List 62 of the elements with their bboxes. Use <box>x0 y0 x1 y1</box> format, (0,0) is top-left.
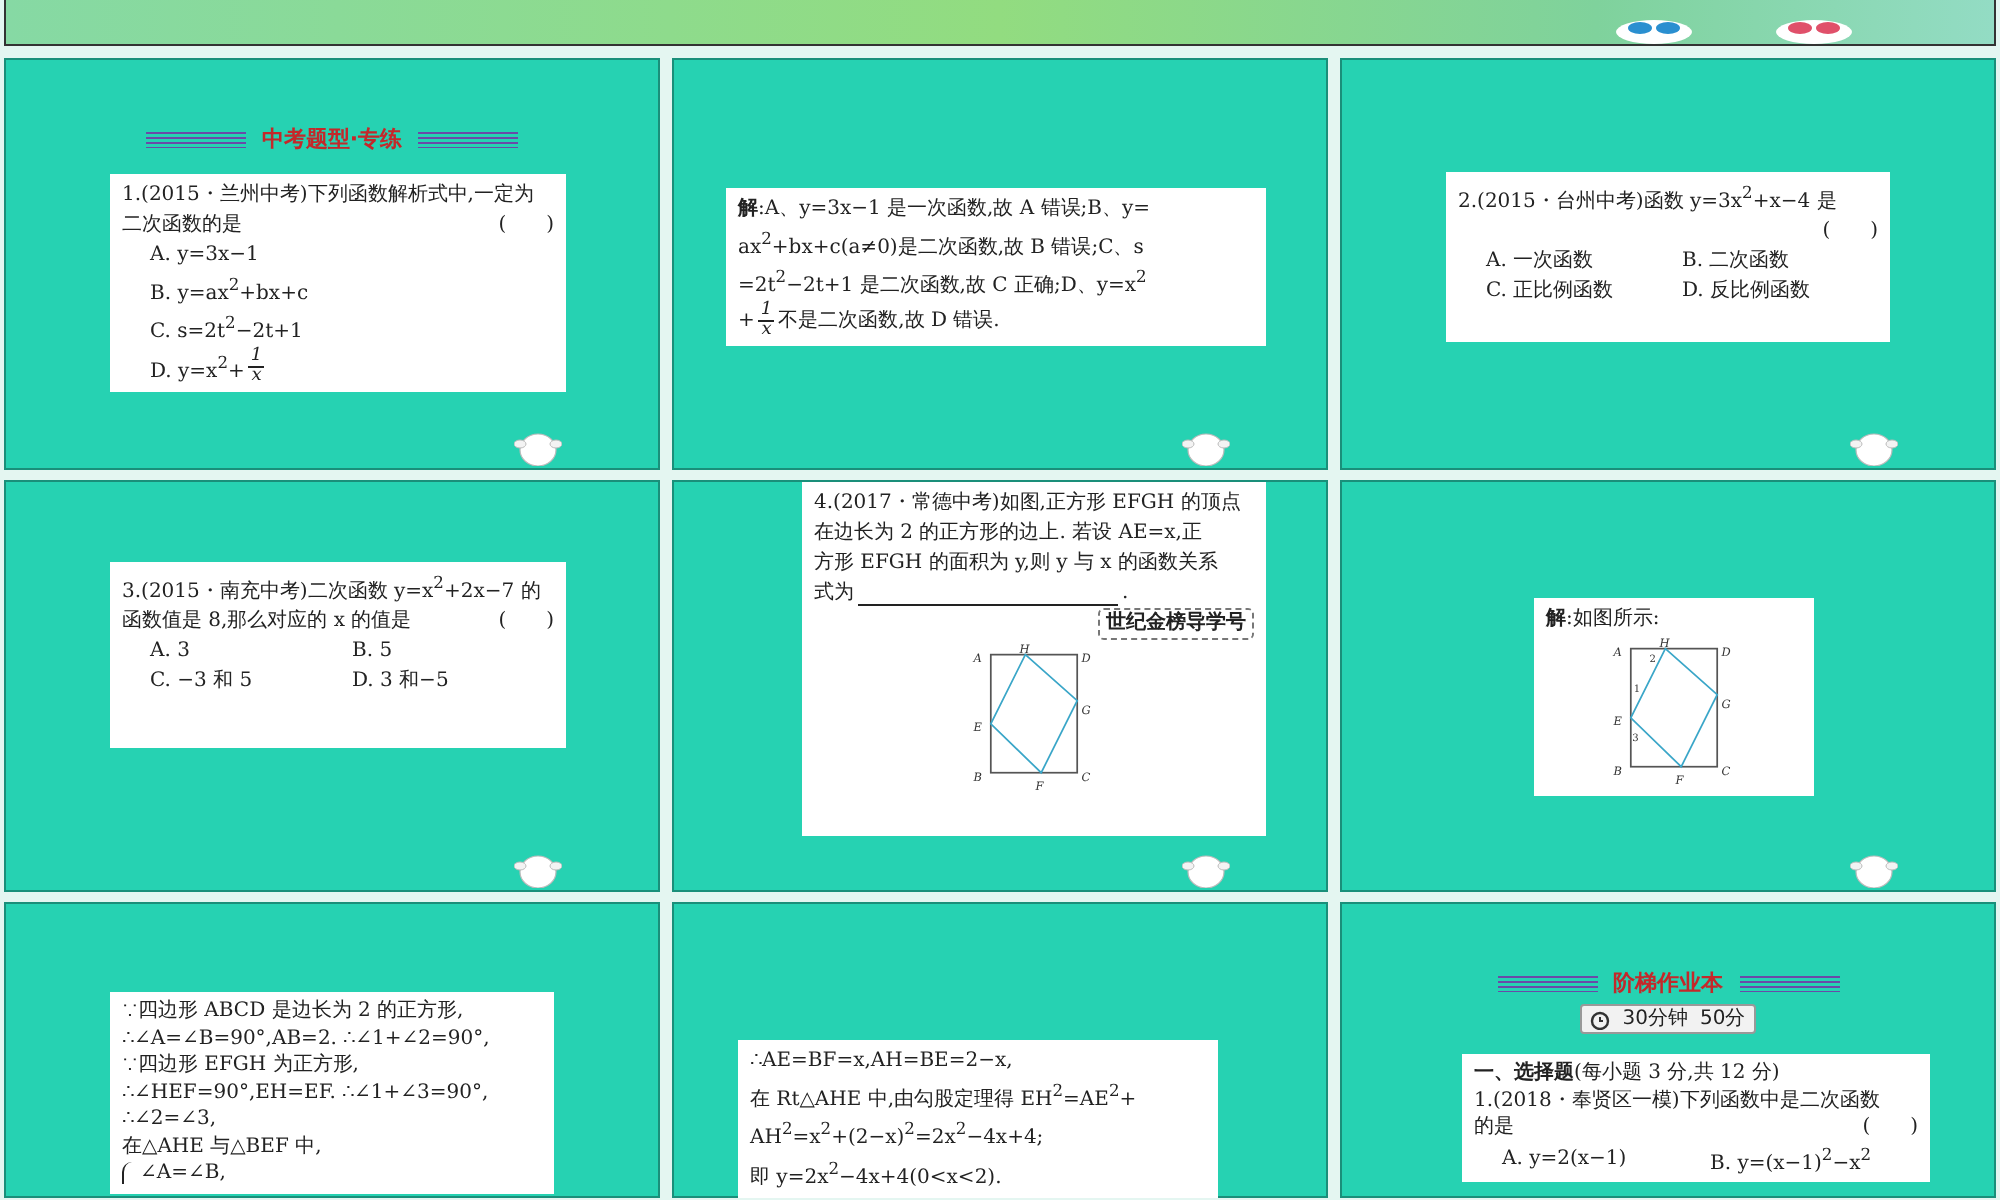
text-line: ∴∠HEF=90°,EH=EF. ∴∠1+∠3=90°, <box>122 1079 489 1106</box>
text-line: 一、选择题(每小题 3 分,共 12 分) <box>1474 1060 1780 1087</box>
fraction: 1 x <box>248 347 265 386</box>
option-text: B. 5 <box>352 638 393 667</box>
text-line: 在△AHE 与△BEF 中, <box>122 1133 322 1160</box>
text-line: 3.(2015・南充中考)二次函数 y=x$^{2}$+2x−7 的 <box>122 570 541 607</box>
text-line: 4.(2017・常德中考)如图,正方形 EFGH 的顶点 <box>814 489 1241 518</box>
text-line: ∴AE=BF=x,AH=BE=2−x, <box>750 1048 1013 1076</box>
option-text: A. y=3x−1 <box>150 242 259 270</box>
option-text: A. 一次函数 <box>1486 248 1594 277</box>
text-line: ∴∠2=∠3, <box>122 1106 217 1133</box>
text-line: ax$^{2}$+bx+c(a≠0)是二次函数,故 B 错误;C、s <box>738 226 1144 263</box>
option-text: B. 二次函数 <box>1682 248 1790 277</box>
answer-bracket: ( ) <box>1820 218 1878 247</box>
text-line: 2.(2015・台州中考)函数 y=3x$^{2}$+x−4 是 <box>1458 180 1837 217</box>
text-line: 方形 EFGH 的面积为 y,则 y 与 x 的函数关系 <box>814 549 1218 578</box>
option-text: B. y=ax$^{2}$+bx+c <box>150 272 309 309</box>
text-line: =2t$^{2}$−2t+1 是二次函数,故 C 正确;D、y=x$^{2}$ <box>738 264 1147 300</box>
option-text: A. y=2(x−1) <box>1502 1145 1627 1173</box>
clock-icon <box>1590 1009 1611 1029</box>
text-line: 解:如图所示: <box>1546 605 1660 634</box>
option-text: C. 正比例函数 <box>1486 277 1614 307</box>
text-line: ∵四边形 ABCD 是边长为 2 的正方形, <box>122 998 464 1025</box>
text-line: 在边长为 2 的正方形的边上. 若设 AE=x,正 <box>814 519 1202 548</box>
option-text: C. −3 和 5 <box>150 667 253 697</box>
source-tag: 世纪金榜导学号 <box>1098 608 1254 640</box>
text-line: 在 Rt△AHE 中,由勾股定理得 EH$^{2}$=AE$^{2}$+ <box>750 1078 1137 1115</box>
slide-thumbnail[interactable]: ∴AE=BF=x,AH=BE=2−x, 在 Rt△AHE 中,由勾股定理得 EH$^{2}$=AE$^{2}$+ AH$^{2}$=x$^{2}$+(2−x)$^{2}$=2x$^{2}$−4x+4; 即 y=2x$^{2}$−4x+4(0<x<2). <box>672 902 1328 1198</box>
text-line: 二次函数的是 <box>122 212 242 240</box>
text-line: ∴∠A=∠B=90°,AB=2. ∴∠1+∠2=90°, <box>122 1025 490 1052</box>
slide-thumbnail[interactable]: 3.(2015・南充中考)二次函数 y=x$^{2}$+2x−7 的 函数值是 8,那么对应的 x 的值是 ( ) A. 3 B. 5 C. −3 和 5 D. 3 和−5 <box>4 480 660 892</box>
text-line: 不是二次函数,故 D 错误. <box>778 307 1000 336</box>
slide-thumbnail[interactable]: ∵四边形 ABCD 是边长为 2 的正方形, ∴∠A=∠B=90°,AB=2. ∴∠1+∠2=90°, ∵四边形 EFGH 为正方形, ∴∠HEF=90°,EH=EF. ∴∠1+∠3=90°, ∴∠2=∠3, 在△AHE 与△BEF 中, ∠A=∠B, <box>4 902 660 1198</box>
option-text: D. 反比例函数 <box>1682 277 1811 307</box>
text-line: 函数值是 8,那么对应的 x 的值是 <box>122 607 412 637</box>
option-text: B. y=(x−1)$^{2}$−x$^{2}$ <box>1710 1141 1872 1177</box>
fraction: 1 x <box>758 301 775 340</box>
answer-bracket: ( ) <box>496 608 554 637</box>
answer-bracket: ( ) <box>1860 1114 1918 1141</box>
text-line: . <box>1122 580 1129 608</box>
text-line: 1.(2018・奉贤区一模)下列函数中是二次函数 <box>1474 1087 1880 1114</box>
timer-text: 50分 <box>1700 1006 1746 1032</box>
text-line: AH$^{2}$=x$^{2}$+(2−x)$^{2}$=2x$^{2}$−4x+4; <box>750 1116 1044 1154</box>
slide-thumbnail[interactable]: 2.(2015・台州中考)函数 y=3x$^{2}$+x−4 是 ( ) A. 一次函数 B. 二次函数 C. 正比例函数 D. 反比例函数 <box>1340 58 1996 470</box>
text-line: ∵四边形 EFGH 为正方形, <box>122 1052 359 1079</box>
text-line: 即 y=2x$^{2}$−4x+4(0<x<2). <box>750 1155 1002 1192</box>
timer-text: 30分钟 <box>1622 1006 1688 1032</box>
answer-bracket: ( ) <box>496 212 554 240</box>
section-heading: 中考题型·专练 <box>261 124 403 154</box>
slide-thumbnail[interactable]: 阶梯作业本 30分钟 50分 一、选择题(每小题 3 分,共 12 分) 1.(2018・奉贤区一模)下列函数中是二次函数 的是 ( ) A. y=2(x−1) B. y=(x−1)$^{2}$−x$^{2}$ <box>1340 902 1996 1198</box>
slide-thumbnail[interactable] <box>4 0 1996 46</box>
text-line: 解:A、y=3x−1 是一次函数,故 A 错误;B、y= <box>738 195 1151 224</box>
text-line: + <box>738 307 755 336</box>
option-text: D. y=x$^{2}$+ <box>150 349 245 386</box>
option-text: C. s=2t$^{2}$−2t+1 <box>150 310 303 346</box>
text-line: ∠A=∠B, <box>140 1160 226 1187</box>
text-line: 的是 <box>1474 1114 1514 1141</box>
option-text: D. 3 和−5 <box>352 667 449 697</box>
text-line: 1.(2015・兰州中考)下列函数解析式中,一定为 <box>122 181 534 210</box>
option-text: A. 3 <box>150 638 190 667</box>
text-line: 式为 <box>814 579 854 608</box>
section-heading: 阶梯作业本 <box>1613 968 1723 998</box>
